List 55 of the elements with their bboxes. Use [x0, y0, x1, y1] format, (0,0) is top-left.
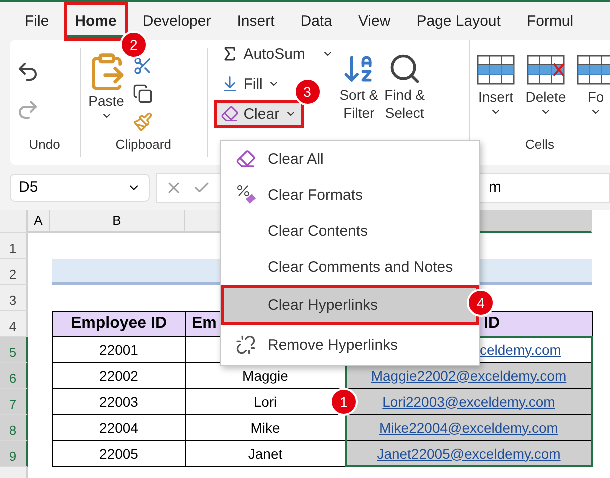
table-cell: 22003: [53, 389, 186, 415]
ribbon-tab[interactable]: Insert: [226, 2, 286, 40]
undo-icon[interactable]: [16, 60, 40, 84]
ribbon-tab[interactable]: File: [14, 2, 60, 40]
column-header[interactable]: B: [50, 210, 185, 233]
menu-item[interactable]: Clear All: [221, 141, 479, 177]
row-number[interactable]: 4: [0, 311, 28, 337]
column-heading: Employee ID: [53, 312, 186, 337]
row-number[interactable]: 3: [0, 285, 28, 311]
column-header[interactable]: A: [28, 210, 50, 233]
row-number[interactable]: 2: [0, 259, 28, 285]
group-label: Undo: [28, 137, 62, 154]
menu-item[interactable]: Clear Formats: [221, 177, 479, 213]
row-number[interactable]: 7: [0, 389, 28, 415]
cells-button[interactable]: Delete: [524, 52, 568, 133]
menu-item[interactable]: Remove Hyperlinks: [221, 325, 479, 365]
copy-icon[interactable]: [132, 84, 153, 104]
eraser-icon: [220, 105, 239, 123]
corner-cell[interactable]: [0, 210, 28, 233]
cells-button[interactable]: Insert: [474, 52, 518, 133]
step-badge: 3: [294, 78, 322, 106]
menu-item[interactable]: Clear Contents: [221, 213, 479, 249]
row-number[interactable]: 9: [0, 441, 28, 467]
ribbon-tab[interactable]: Data: [290, 2, 344, 40]
email-link[interactable]: Maggie22002@exceldemy.com: [371, 368, 567, 384]
redo-icon[interactable]: [16, 98, 40, 122]
format-painter-icon[interactable]: [132, 112, 153, 132]
row-number[interactable]: 1: [0, 233, 28, 259]
clear-button[interactable]: Clear: [214, 100, 304, 128]
row-number[interactable]: 6: [0, 363, 28, 389]
email-link[interactable]: Lori22003@exceldemy.com: [382, 394, 556, 410]
table-cell: 22004: [53, 415, 186, 441]
table-cell: 22002: [53, 363, 186, 389]
group-label: Cells: [524, 137, 556, 154]
unlink-icon: [236, 335, 256, 355]
cells-button[interactable]: Fo: [574, 52, 610, 133]
eraser-icon: [236, 149, 256, 169]
menu-item[interactable]: Clear Comments and Notes: [221, 249, 479, 285]
table-cell: 22001: [53, 337, 186, 363]
ribbon-tab[interactable]: Page Layout: [406, 2, 512, 40]
email-link[interactable]: Janet22005@exceldemy.com: [377, 446, 561, 462]
percent-eraser-icon: [236, 184, 258, 206]
row-number[interactable]: 8: [0, 415, 28, 441]
autosum-button[interactable]: AutoSum: [214, 40, 342, 68]
ribbon-tab[interactable]: View: [347, 2, 402, 40]
fill-button[interactable]: Fill: [214, 70, 287, 98]
email-link[interactable]: Mike22004@exceldemy.com: [380, 420, 558, 436]
cut-icon[interactable]: [132, 56, 153, 76]
row-number[interactable]: 5: [0, 337, 28, 363]
name-box[interactable]: D5: [10, 174, 150, 202]
ribbon-tab[interactable]: Formul: [516, 2, 585, 40]
table-cell: 22005: [53, 441, 186, 467]
ribbon-tab[interactable]: Home: [64, 2, 128, 40]
menu-item[interactable]: Clear Hyperlinks: [221, 285, 479, 325]
group-label: Clipboard: [114, 137, 172, 154]
